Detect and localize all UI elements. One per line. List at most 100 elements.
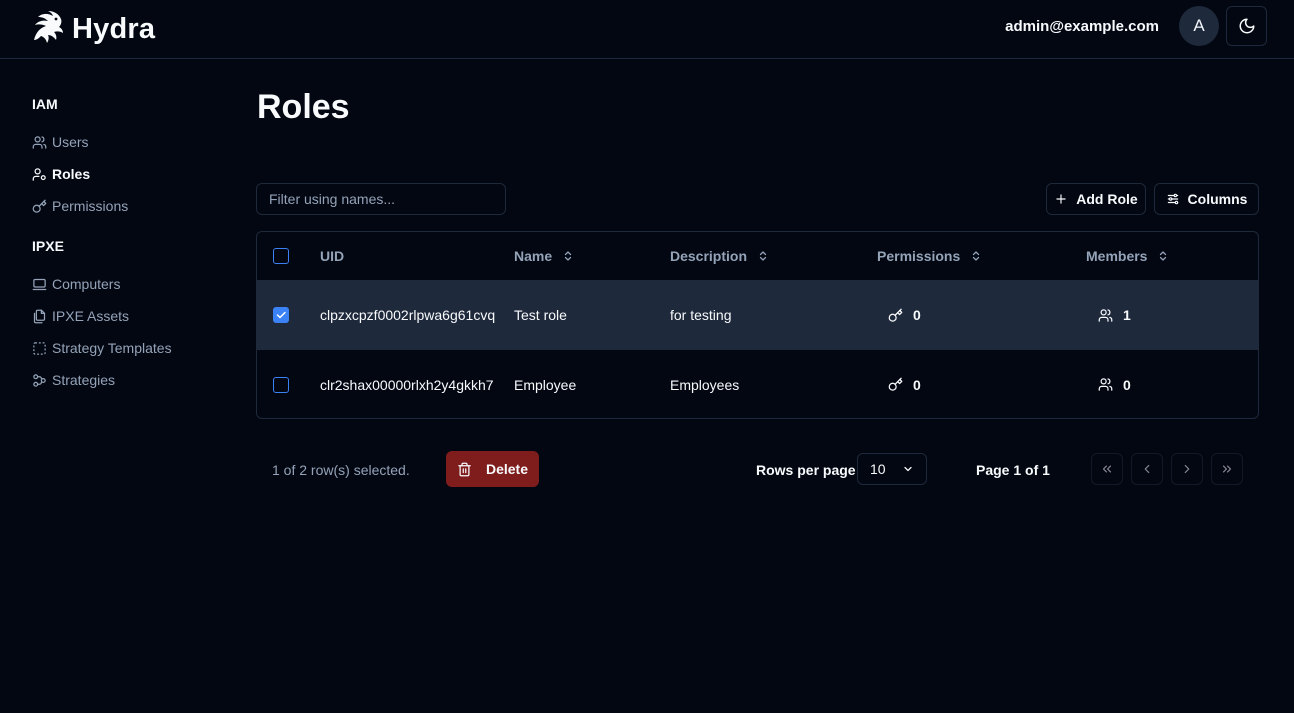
columns-label: Columns [1187,191,1248,207]
sidebar-item-strategy-templates[interactable]: Strategy Templates [32,332,222,364]
column-header-label: Permissions [877,248,961,264]
page-title: Roles [257,88,350,126]
column-header-name[interactable]: Name [514,232,574,280]
chevron-down-icon [904,466,912,472]
plus-icon [1056,194,1066,204]
uid-cell: clr2shax00000rlxh2y4gkkh7 [320,376,494,393]
next-page-button[interactable] [1171,453,1203,485]
laptop-icon [32,278,47,290]
delete-button[interactable]: Delete [446,451,539,487]
table-row[interactable]: clr2shax00000rlxh2y4gkkh7 Employee Emplo… [257,350,1258,418]
sidebar-item-users[interactable]: Users [32,126,222,158]
name-cell: Test role [514,307,567,323]
app-name: Hydra [72,13,156,45]
sliders-icon [1167,193,1178,205]
members-cell[interactable]: 1 [1098,281,1131,349]
hydra-logo-icon [32,10,64,49]
sidebar-item-label: Permissions [52,198,129,214]
add-role-label: Add Role [1076,191,1138,207]
filter-input[interactable] [256,183,506,215]
selection-count: 1 of 2 row(s) selected. [272,462,410,478]
sidebar-item-label: Computers [52,276,121,292]
last-page-button[interactable] [1211,453,1243,485]
name-cell: Employee [514,376,577,393]
page-info: Page 1 of 1 [976,462,1050,478]
sidebar-item-label: Roles [52,166,91,182]
sort-icon [1160,251,1167,261]
uid-cell: clpzxcpzf0002rlpwa6g61cvq [320,307,496,323]
sidebar-item-label: Strategy Templates [52,340,172,356]
first-page-button[interactable] [1091,453,1123,485]
columns-button[interactable]: Columns [1154,183,1259,215]
key-icon [888,377,903,391]
members-count: 0 [1123,376,1131,393]
chevron-right-icon [1184,464,1190,474]
sidebar-item-computers[interactable]: Computers [32,268,222,300]
key-icon [32,199,47,213]
theme-toggle-button[interactable] [1226,6,1267,46]
column-header-label: Description [670,248,748,264]
user-email: admin@example.com [1005,18,1159,35]
chevrons-right-icon [1222,465,1232,473]
column-header-uid: UID [320,232,344,280]
sidebar-item-strategies[interactable]: Strategies [32,364,222,396]
permissions-count: 0 [913,307,921,323]
sort-icon [759,251,767,261]
chevron-left-icon [1144,464,1150,474]
sidebar-item-roles[interactable]: Roles [32,158,222,190]
top-bar: Hydra admin@example.com A [0,0,1294,59]
column-header-label: UID [320,248,345,264]
sidebar: IAM Users Roles Permissions IPXE Compute… [32,96,222,396]
table-header: UID Name Description Permissions Members [257,232,1258,281]
rows-per-page-label: Rows per page [756,462,856,478]
column-header-label: Members [1086,248,1148,264]
users-icon [1098,378,1113,391]
check-icon [276,311,286,319]
workflow-icon [33,373,46,387]
sidebar-item-label: Users [52,134,89,150]
dashed-square-icon [33,341,46,355]
permissions-count: 0 [913,376,921,393]
files-icon [33,309,46,323]
row-checkbox[interactable] [273,376,289,393]
row-select-cell [273,281,289,349]
permissions-cell[interactable]: 0 [888,281,921,349]
row-select-cell [273,350,289,418]
permissions-cell[interactable]: 0 [888,350,921,418]
column-header-label: Name [514,248,553,264]
table-row[interactable]: clpzxcpzf0002rlpwa6g61cvq Test role for … [257,281,1258,350]
user-cog-icon [32,167,46,181]
moon-icon [1239,18,1254,34]
sidebar-group-ipxe: IPXE [32,238,64,254]
members-count: 1 [1123,307,1131,323]
sidebar-item-permissions[interactable]: Permissions [32,190,222,222]
sort-icon [565,251,572,261]
roles-table: UID Name Description Permissions Members… [256,231,1259,419]
rows-per-page-select[interactable]: 10 [857,453,927,485]
sidebar-item-label: Strategies [52,372,116,388]
row-checkbox[interactable] [273,307,289,323]
description-cell: for testing [670,307,732,323]
users-icon [32,135,47,149]
delete-label: Delete [485,461,529,477]
avatar[interactable]: A [1179,6,1219,46]
column-header-members[interactable]: Members [1086,232,1169,280]
sidebar-item-label: IPXE Assets [52,308,130,324]
column-header-description[interactable]: Description [670,232,769,280]
sort-icon [973,251,980,261]
select-all-cell [273,232,289,280]
members-cell[interactable]: 0 [1098,350,1131,418]
brand[interactable]: Hydra [32,10,155,49]
sidebar-item-ipxe-assets[interactable]: IPXE Assets [32,300,222,332]
column-header-permissions[interactable]: Permissions [877,232,982,280]
sidebar-group-iam: IAM [32,96,58,112]
rows-per-page-value: 10 [870,461,886,477]
previous-page-button[interactable] [1131,453,1163,485]
select-all-checkbox[interactable] [273,248,289,264]
trash-icon [458,462,471,476]
chevrons-left-icon [1102,465,1112,473]
add-role-button[interactable]: Add Role [1046,183,1146,215]
users-icon [1098,308,1113,322]
description-cell: Employees [670,376,740,393]
key-icon [888,308,903,322]
